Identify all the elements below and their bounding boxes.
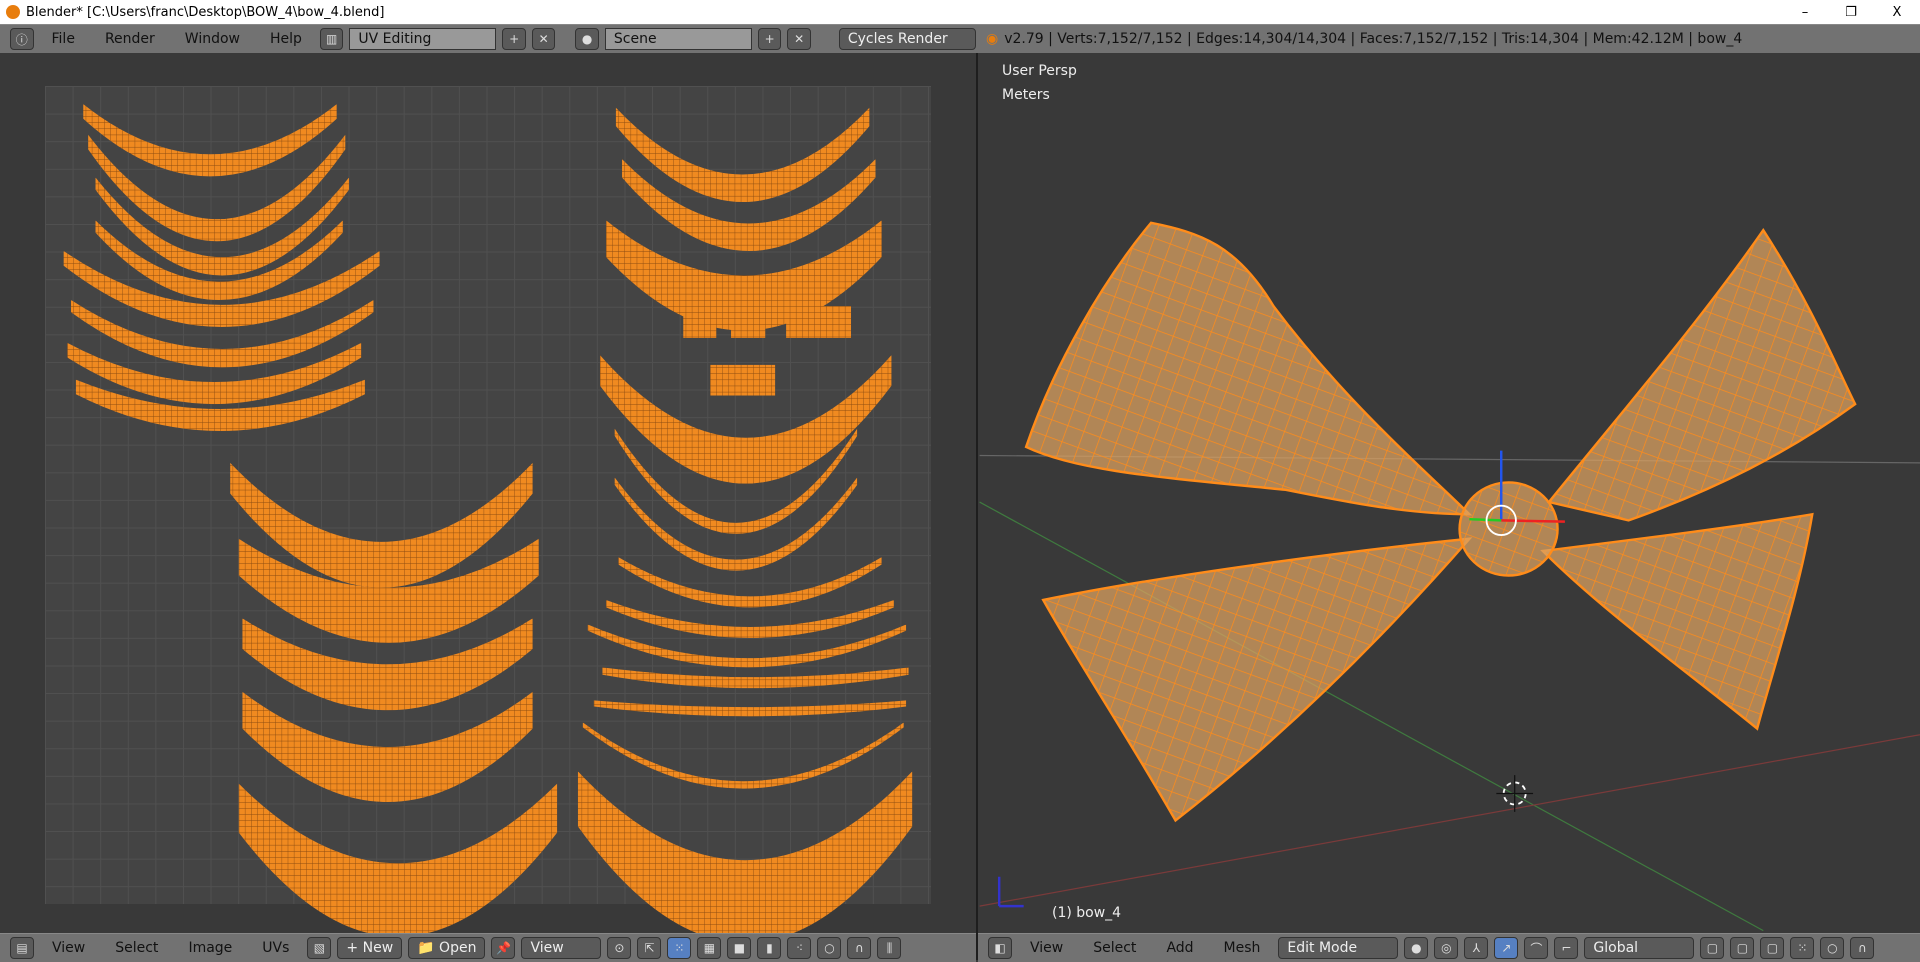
restore-button[interactable]: ❐: [1828, 0, 1874, 24]
blender-icon: ◉: [986, 31, 999, 47]
snap-element-icon[interactable]: ⫼: [877, 937, 902, 959]
vertex-mode-icon[interactable]: ▢: [1700, 937, 1725, 959]
manipulator-icon[interactable]: ⅄: [1464, 937, 1489, 959]
uv-editor[interactable]: [0, 53, 976, 933]
info-editor-type-icon[interactable]: ⓘ: [10, 28, 34, 50]
close-button[interactable]: X: [1874, 0, 1920, 24]
uv-grid[interactable]: [45, 86, 931, 904]
stats-header: ◉ v2.79 | Verts:7,152/7,152 | Edges:14,3…: [976, 24, 1920, 53]
rotate-icon[interactable]: ⌒: [1524, 937, 1549, 959]
window-title: Blender* [C:\Users\franc\Desktop\BOW_4\b…: [26, 4, 385, 20]
remove-layout-icon[interactable]: ✕: [531, 28, 556, 50]
pivot-point-icon[interactable]: ◎: [1434, 937, 1459, 959]
face-mode-icon[interactable]: ▢: [1760, 937, 1785, 959]
uv-menu-view[interactable]: View: [40, 940, 97, 956]
uv-editor-header: ▤ View Select Image UVs ▧ + New 📁 Open 📌…: [0, 933, 976, 962]
vp-proportional-icon[interactable]: ○: [1820, 937, 1845, 959]
orientation-select[interactable]: Global: [1584, 937, 1695, 959]
remove-scene-icon[interactable]: ✕: [787, 28, 811, 50]
menu-window[interactable]: Window: [173, 31, 252, 47]
view-name: User Persp: [1002, 63, 1077, 79]
render-engine-select[interactable]: Cycles Render: [838, 28, 977, 50]
minimize-button[interactable]: –: [1782, 0, 1828, 24]
mode-select[interactable]: Edit Mode: [1278, 937, 1399, 959]
menu-render[interactable]: Render: [93, 31, 167, 47]
sticky-select-icon[interactable]: ⁖: [787, 937, 812, 959]
vp-menu-add[interactable]: Add: [1154, 940, 1205, 956]
scene-stats: v2.79 | Verts:7,152/7,152 | Edges:14,304…: [1004, 31, 1743, 47]
title-bar: Blender* [C:\Users\franc\Desktop\BOW_4\b…: [0, 0, 1920, 24]
vp-snap-icon[interactable]: ∩: [1850, 937, 1875, 959]
viewport-header: ◧ View Select Add Mesh Edit Mode ● ◎ ⅄ ↗…: [978, 933, 1920, 962]
open-image-button[interactable]: 📁 Open: [408, 937, 486, 959]
vp-menu-mesh[interactable]: Mesh: [1212, 940, 1273, 956]
uv-menu-uvs[interactable]: UVs: [250, 940, 301, 956]
units-label: Meters: [1002, 87, 1050, 103]
pin-icon[interactable]: 📌: [491, 937, 516, 959]
uv-menu-image[interactable]: Image: [176, 940, 244, 956]
object-label: (1) bow_4: [1052, 905, 1122, 921]
menu-help[interactable]: Help: [258, 31, 314, 47]
vp-menu-select[interactable]: Select: [1081, 940, 1148, 956]
vertex-select-icon[interactable]: ⁙: [667, 937, 692, 959]
shading-solid-icon[interactable]: ●: [1404, 937, 1429, 959]
info-header: ⓘ File Render Window Help ▥ UV Editing +…: [0, 24, 977, 53]
proportional-edit-icon[interactable]: ○: [817, 937, 842, 959]
vp-menu-view[interactable]: View: [1018, 940, 1075, 956]
island-select-icon[interactable]: ▮: [757, 937, 782, 959]
edge-mode-icon[interactable]: ▢: [1730, 937, 1755, 959]
scene-field[interactable]: Scene: [604, 28, 752, 50]
viewport-editor-type-icon[interactable]: ◧: [988, 937, 1012, 959]
open-label: Open: [439, 940, 477, 956]
screen-layout-icon[interactable]: ▥: [319, 28, 344, 50]
limit-selection-icon[interactable]: ⁙: [1790, 937, 1815, 959]
scene-icon[interactable]: ●: [575, 28, 599, 50]
editor-type-icon[interactable]: ▤: [10, 937, 34, 959]
face-select-icon[interactable]: ■: [727, 937, 752, 959]
new-label: New: [362, 940, 394, 956]
uv-menu-select[interactable]: Select: [103, 940, 170, 956]
pivot-icon[interactable]: ⊙: [607, 937, 632, 959]
image-browse-icon[interactable]: ▧: [307, 937, 332, 959]
add-scene-icon[interactable]: +: [757, 28, 782, 50]
screen-layout-field[interactable]: UV Editing: [349, 28, 497, 50]
3d-viewport[interactable]: User Persp Meters (1) bow_4: [978, 53, 1920, 933]
view-mode-select[interactable]: View: [521, 937, 602, 959]
add-layout-icon[interactable]: +: [502, 28, 526, 50]
menu-file[interactable]: File: [40, 31, 87, 47]
edge-select-icon[interactable]: ▦: [697, 937, 722, 959]
snap-icon[interactable]: ∩: [847, 937, 872, 959]
new-image-button[interactable]: + New: [337, 937, 403, 959]
sync-selection-icon[interactable]: ⇱: [637, 937, 662, 959]
scale-icon[interactable]: ⌐: [1554, 937, 1579, 959]
blender-logo-icon: [6, 5, 20, 19]
translate-icon[interactable]: ↗: [1494, 937, 1519, 959]
